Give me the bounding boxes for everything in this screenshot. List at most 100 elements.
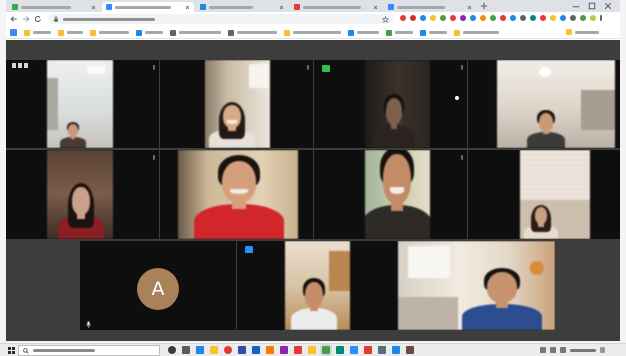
app-icon[interactable] — [364, 346, 372, 354]
file-explorer-icon[interactable] — [210, 346, 218, 354]
participant-tile[interactable] — [160, 150, 313, 239]
participant-tile-camera-off[interactable]: A — [80, 241, 236, 330]
bookmark-item[interactable] — [348, 29, 379, 36]
extension-icon[interactable] — [530, 15, 536, 21]
participant-tile[interactable] — [314, 60, 467, 148]
bookmark-item[interactable] — [58, 29, 83, 36]
close-icon[interactable] — [604, 2, 612, 10]
forward-icon[interactable] — [22, 15, 30, 23]
extension-icon[interactable] — [410, 15, 416, 21]
minimize-icon[interactable] — [572, 2, 580, 10]
bookmark-item[interactable] — [228, 29, 277, 36]
extension-icon[interactable] — [400, 15, 406, 21]
browser-tab[interactable] — [384, 2, 476, 12]
extension-icon[interactable] — [520, 15, 526, 21]
lock-icon[interactable] — [53, 16, 59, 22]
volume-icon[interactable] — [550, 347, 556, 353]
participant-face — [68, 123, 78, 137]
participant-smile — [389, 187, 405, 194]
browser-tab[interactable] — [8, 2, 100, 12]
apps-grid-icon[interactable] — [10, 29, 17, 36]
zoom-icon[interactable] — [350, 346, 358, 354]
tab-close-icon[interactable] — [185, 5, 190, 10]
bookmark-item[interactable] — [90, 29, 129, 36]
tile-menu-icon[interactable] — [461, 65, 463, 70]
tab-close-icon[interactable] — [373, 5, 378, 10]
participant-tile[interactable] — [237, 241, 397, 330]
extension-icon[interactable] — [440, 15, 446, 21]
profile-avatar-icon[interactable] — [590, 15, 596, 21]
clock-illegible[interactable] — [570, 348, 596, 352]
participant-tile[interactable] — [468, 150, 620, 239]
extension-icon[interactable] — [570, 15, 576, 21]
bookmark-item[interactable] — [284, 29, 341, 36]
app-icon[interactable] — [378, 346, 386, 354]
tab-close-icon[interactable] — [91, 5, 96, 10]
cortana-icon[interactable] — [168, 346, 176, 354]
browser-tab[interactable] — [196, 2, 288, 12]
bookmark-item[interactable] — [24, 29, 51, 36]
tile-menu-icon[interactable] — [461, 155, 463, 160]
bookmark-item[interactable] — [170, 29, 221, 36]
browser-tab-active[interactable] — [102, 2, 194, 12]
participant-smile — [227, 120, 237, 124]
bookmark-label-illegible — [575, 30, 599, 34]
active-app-icon[interactable] — [320, 344, 332, 356]
app-icon[interactable] — [266, 346, 274, 354]
extension-icon[interactable] — [580, 15, 586, 21]
reload-icon[interactable] — [34, 15, 42, 23]
bookmark-item[interactable] — [420, 29, 447, 36]
bookmark-star-icon[interactable] — [382, 15, 389, 23]
extension-icon[interactable] — [560, 15, 566, 21]
extension-icon[interactable] — [550, 15, 556, 21]
bookmark-item[interactable] — [136, 29, 163, 36]
edge-icon[interactable] — [196, 346, 204, 354]
extension-icon[interactable] — [480, 15, 486, 21]
input-method-icon[interactable] — [560, 347, 566, 353]
app-icon[interactable] — [294, 346, 302, 354]
app-icon[interactable] — [308, 346, 316, 354]
extension-icon[interactable] — [540, 15, 546, 21]
task-view-icon[interactable] — [182, 346, 190, 354]
participant-tile[interactable] — [6, 150, 159, 239]
tab-close-icon[interactable] — [279, 5, 284, 10]
extension-icon[interactable] — [510, 15, 516, 21]
app-icon[interactable] — [392, 346, 400, 354]
bookmark-item[interactable] — [386, 29, 413, 36]
browser-menu-icon[interactable] — [600, 15, 602, 21]
extension-icon[interactable] — [420, 15, 426, 21]
extension-icon[interactable] — [450, 15, 456, 21]
store-icon[interactable] — [238, 346, 246, 354]
notification-icon[interactable] — [600, 347, 605, 353]
extension-icon[interactable] — [460, 15, 466, 21]
chrome-icon[interactable] — [224, 346, 232, 354]
tile-menu-icon[interactable] — [307, 65, 309, 70]
tile-menu-icon[interactable] — [153, 65, 155, 70]
tile-menu-icon[interactable] — [153, 155, 155, 160]
extension-icon[interactable] — [470, 15, 476, 21]
extension-icon[interactable] — [430, 15, 436, 21]
app-icon[interactable] — [336, 346, 344, 354]
participant-tile[interactable] — [6, 60, 159, 148]
bookmark-item[interactable] — [454, 29, 499, 36]
tab-close-icon[interactable] — [467, 5, 472, 10]
network-icon[interactable] — [540, 347, 546, 353]
participant-tile[interactable] — [398, 241, 555, 330]
maximize-icon[interactable] — [588, 2, 596, 10]
taskbar-search-box[interactable] — [18, 345, 160, 356]
extension-icon[interactable] — [500, 15, 506, 21]
mail-icon[interactable] — [252, 346, 260, 354]
app-icon[interactable] — [406, 346, 414, 354]
other-bookmarks[interactable] — [566, 29, 599, 35]
participant-tile[interactable] — [468, 60, 620, 148]
participant-tile[interactable] — [160, 60, 313, 148]
browser-tab[interactable] — [290, 2, 382, 12]
gallery-view-icon[interactable] — [12, 63, 28, 68]
participant-tile[interactable] — [314, 150, 467, 239]
app-icon[interactable] — [280, 346, 288, 354]
back-icon[interactable] — [10, 15, 18, 23]
new-tab-icon[interactable] — [480, 2, 488, 10]
address-bar[interactable] — [48, 14, 394, 24]
extension-icon[interactable] — [490, 15, 496, 21]
windows-start-icon[interactable] — [8, 347, 15, 354]
